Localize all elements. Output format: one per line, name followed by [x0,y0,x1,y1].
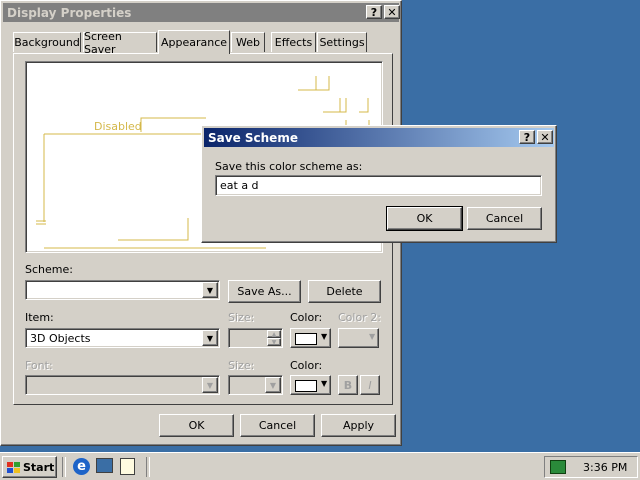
color2-button[interactable]: ▼ [338,328,379,348]
system-tray: 3:36 PM [544,456,638,478]
font-color-label: Color: [290,359,323,372]
ok-button[interactable]: OK [159,414,234,437]
help-icon: ? [370,5,378,19]
windows-logo-icon [7,461,20,473]
item-color-label: Color: [290,311,323,324]
taskbar-divider [146,457,150,477]
taskbar-divider [62,457,66,477]
tab-label: Effects [274,36,313,49]
color-swatch [295,333,317,345]
dialog-title: Save Scheme [208,130,298,145]
scheme-name-value: eat a d [220,179,259,192]
close-button[interactable]: ✕ [537,130,553,144]
help-icon: ? [523,130,531,144]
spinner-up-icon[interactable]: ▲ [267,330,281,338]
button-label: Cancel [485,212,524,225]
tab-effects[interactable]: Effects [271,32,316,52]
button-label: OK [416,212,433,225]
item-value: 3D Objects [30,332,91,345]
chevron-down-icon[interactable]: ▼ [202,330,218,346]
item-color-button[interactable]: ▼ [290,328,331,348]
delete-button[interactable]: Delete [308,280,381,303]
bold-button[interactable]: B [338,375,358,395]
tab-label: Appearance [160,36,228,49]
scheme-name-input[interactable]: eat a d [215,175,542,196]
italic-icon: I [368,378,372,392]
apply-button[interactable]: Apply [321,414,396,437]
color2-label: Color 2: [338,311,381,324]
font-size-label: Size: [228,359,255,372]
tab-background[interactable]: Background [13,32,81,52]
taskbar: Start e 3:36 PM [0,452,640,480]
item-label: Item: [25,311,54,324]
save-scheme-dialog: Save Scheme ? ✕ Save this color scheme a… [201,125,557,243]
display-properties-titlebar[interactable]: Display Properties [3,3,399,22]
window-title: Display Properties [7,5,132,20]
item-size-spinner[interactable]: ▲ ▼ [228,328,283,348]
disabled-preview-label: Disabled [94,120,142,133]
tab-web[interactable]: Web [231,32,265,52]
tab-label: Settings [319,36,365,49]
font-size-dropdown[interactable]: ▼ [228,375,283,395]
cancel-button[interactable]: Cancel [240,414,315,437]
close-icon: ✕ [540,130,550,144]
font-color-button[interactable]: ▼ [290,375,331,395]
font-label: Font: [25,359,53,372]
spinner-down-icon[interactable]: ▼ [267,338,281,346]
bold-icon: B [343,378,353,392]
save-prompt-label: Save this color scheme as: [215,160,363,173]
chevron-down-icon: ▼ [321,379,328,388]
font-dropdown[interactable]: ▼ [25,375,220,395]
tab-screen-saver[interactable]: Screen Saver [83,30,157,56]
chevron-down-icon[interactable]: ▼ [202,377,218,393]
item-size-label: Size: [228,311,255,324]
button-label: Apply [342,419,375,432]
help-button[interactable]: ? [366,5,382,19]
chevron-down-icon[interactable]: ▼ [265,377,281,393]
start-button[interactable]: Start [2,456,57,478]
network-tray-icon[interactable] [550,460,566,474]
tab-appearance[interactable]: Appearance [158,30,230,54]
scheme-dropdown[interactable]: ▼ [25,280,220,300]
quick-launch-notepad-icon[interactable] [120,458,135,475]
clock[interactable]: 3:36 PM [583,461,627,474]
dialog-cancel-button[interactable]: Cancel [467,207,542,230]
dialog-ok-button[interactable]: OK [386,206,463,231]
save-as-button[interactable]: Save As... [228,280,301,303]
quick-launch-ie-icon[interactable]: e [73,458,90,475]
button-label: Save As... [237,285,292,298]
tab-label: Web [236,36,260,49]
save-scheme-titlebar[interactable]: Save Scheme [204,128,554,147]
help-button[interactable]: ? [519,130,535,144]
chevron-down-icon: ▼ [321,332,328,341]
quick-launch-desktop-icon[interactable] [96,458,113,473]
button-label: Delete [326,285,363,298]
chevron-down-icon[interactable]: ▼ [202,282,218,298]
scheme-label: Scheme: [25,263,73,276]
color-swatch [295,380,317,392]
chevron-down-icon: ▼ [369,332,376,341]
tab-settings[interactable]: Settings [317,32,367,52]
close-button[interactable]: ✕ [384,5,400,19]
italic-button[interactable]: I [360,375,380,395]
start-label: Start [23,460,55,474]
button-label: Cancel [258,419,297,432]
item-dropdown[interactable]: 3D Objects ▼ [25,328,220,348]
tab-label: Screen Saver [84,29,122,56]
button-label: OK [188,419,205,432]
close-icon: ✕ [387,5,397,19]
tab-label: Background [14,36,80,49]
